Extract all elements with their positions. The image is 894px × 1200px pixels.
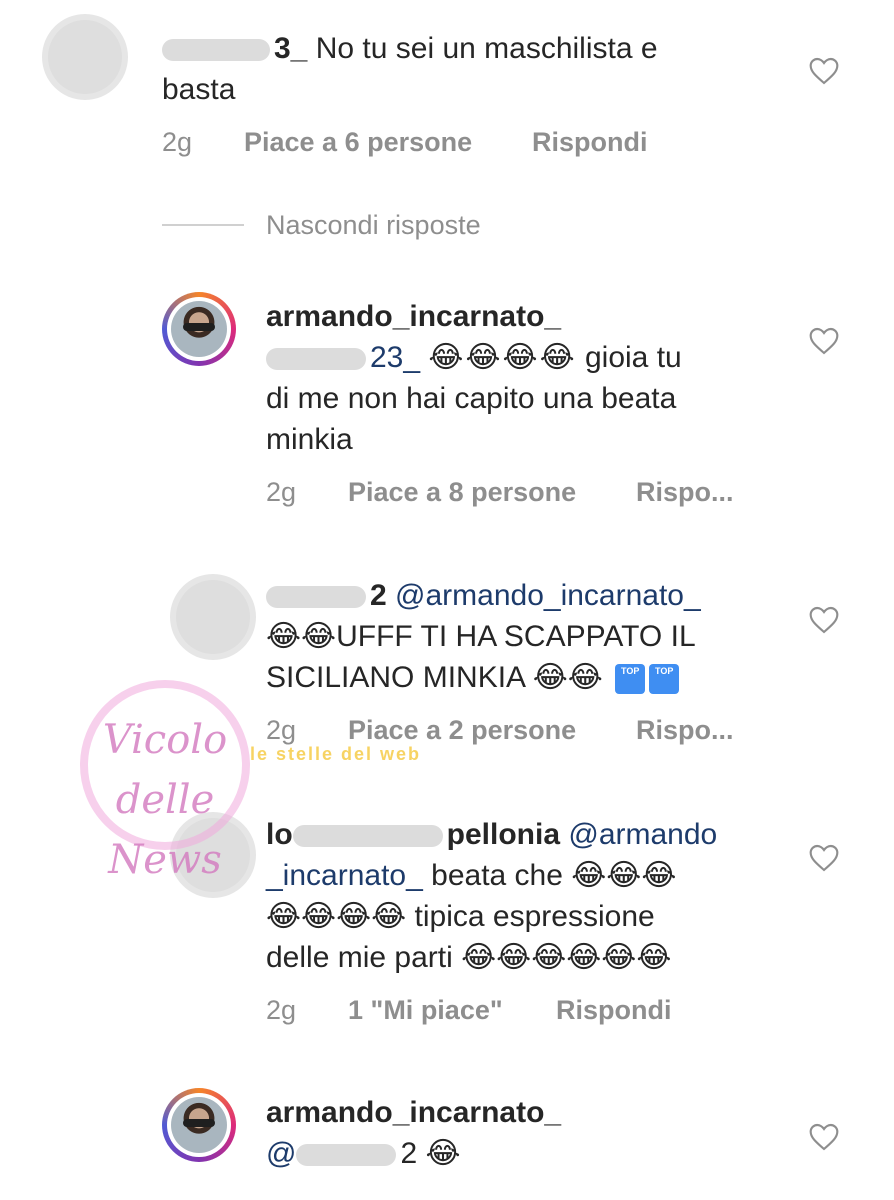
comment-line-3: minkia (266, 423, 353, 456)
mention[interactable]: @armando_incarnato_ (395, 579, 701, 612)
watermark-subtitle: le stelle del web (250, 744, 422, 764)
reply-button[interactable]: Rispondi (532, 127, 648, 158)
mention[interactable]: 23_ (266, 341, 420, 374)
like-heart-icon[interactable] (808, 1122, 840, 1152)
top-emoji-icon: TOP (649, 664, 680, 695)
like-heart-icon[interactable] (808, 56, 840, 86)
comment-time: 2g (162, 127, 193, 157)
comment-line-1: 😂😂UFFF TI HA SCAPPATO IL (266, 620, 696, 653)
emoji-group: 😂😂😂😂 (428, 341, 577, 374)
like-heart-icon[interactable] (808, 605, 840, 635)
username[interactable]: lo pellonia (266, 818, 560, 851)
comment-line-2: di me non hai capito una beata (266, 382, 677, 415)
avatar-photo (171, 1097, 227, 1153)
avatar[interactable] (176, 580, 250, 654)
avatar[interactable] (48, 20, 122, 94)
mention-continued[interactable]: _incarnato_ (266, 859, 423, 892)
comment-text: 3_ No tu sei un maschilista e basta (162, 28, 658, 110)
comment-text: armando_incarnato_ @2 😂 (266, 1092, 561, 1174)
comment-line-1: No tu sei un maschilista e (315, 32, 658, 65)
comment-time: 2g (266, 477, 297, 507)
avatar[interactable] (162, 292, 236, 366)
avatar[interactable] (162, 1088, 236, 1162)
username[interactable]: armando_incarnato_ (266, 1096, 561, 1129)
avatar-photo (171, 301, 227, 357)
likes-count-link[interactable]: Piace a 2 persone (348, 715, 576, 746)
comment-text: 2 @armando_incarnato_ 😂😂UFFF TI HA SCAPP… (266, 575, 701, 698)
likes-count-link[interactable]: 1 "Mi piace" (348, 995, 503, 1026)
username[interactable]: 3_ (274, 32, 307, 65)
hide-replies-button[interactable]: Nascondi risposte (266, 210, 481, 241)
reply-button[interactable]: Rispondi (556, 995, 672, 1026)
comment-line-2: 😂😂😂😂 tipica espressione (266, 900, 655, 933)
top-emoji-icon: TOP (615, 664, 646, 695)
likes-count-link[interactable]: Piace a 6 persone (244, 127, 472, 158)
likes-count-link[interactable]: Piace a 8 persone (348, 477, 576, 508)
comment-text: lo pellonia @armando _incarnato_ beata ch… (266, 814, 717, 978)
username[interactable]: 2 (370, 579, 387, 612)
like-heart-icon[interactable] (808, 326, 840, 356)
mention[interactable]: @ (266, 1137, 400, 1170)
mention[interactable]: @armando (568, 818, 717, 851)
comment-line-1: beata che 😂😂😂 (431, 859, 677, 892)
comment-text: armando_incarnato_ 23_ 😂😂😂😂 gioia tu di … (266, 296, 682, 460)
comment-line-1: gioia tu (584, 341, 682, 374)
comment-line-2: SICILIANO MINKIA 😂😂 (266, 661, 603, 694)
reply-button[interactable]: Rispo... (636, 715, 734, 746)
watermark-logo: Vicolo delle News (80, 680, 250, 883)
reply-button[interactable]: Rispo... (636, 477, 734, 508)
comment-time: 2g (266, 995, 297, 1025)
divider (162, 224, 244, 226)
comment-line-3: delle mie parti 😂😂😂😂😂😂 (266, 941, 672, 974)
like-heart-icon[interactable] (808, 843, 840, 873)
comment-line-1: 2 😂 (400, 1137, 461, 1170)
username[interactable]: armando_incarnato_ (266, 300, 561, 333)
comment-time: 2g (266, 715, 297, 745)
comment-line-2: basta (162, 73, 236, 106)
